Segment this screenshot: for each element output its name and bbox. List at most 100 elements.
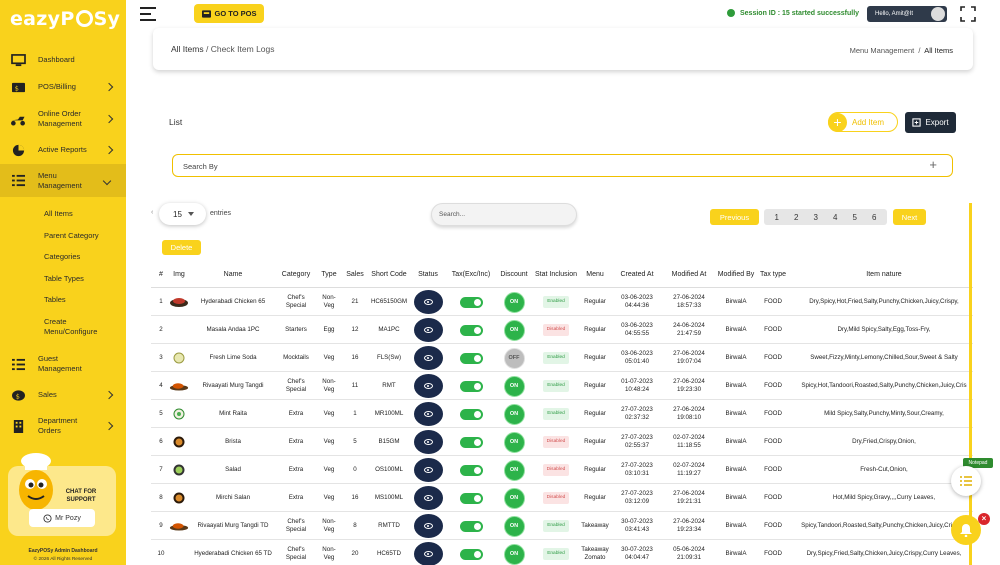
discount-toggle[interactable]: ON xyxy=(503,403,525,425)
table-row[interactable]: 3 Fresh Lime Soda Mocktails Veg 16 FLS(Sw) OFF… xyxy=(151,344,973,372)
column-header[interactable]: Sales xyxy=(342,260,368,288)
column-header[interactable]: Menu xyxy=(579,260,611,288)
column-header[interactable]: Modified At xyxy=(665,260,713,288)
column-header[interactable]: Type xyxy=(317,260,341,288)
table-row[interactable]: 5 Mint Raita Extra Veg 1 MR100ML ON Enabled Regu… xyxy=(151,400,973,428)
item-name[interactable]: Hyderabadi Chicken 65 xyxy=(191,288,275,316)
brand-logo[interactable]: eazyP Sy xyxy=(10,8,120,30)
sidebar-item-guest-management[interactable]: Guest Management xyxy=(0,351,126,377)
view-eye-icon[interactable] xyxy=(413,402,443,426)
tax-toggle[interactable] xyxy=(459,492,483,504)
delete-button[interactable]: Delete xyxy=(162,240,201,255)
column-header[interactable]: Short Code xyxy=(369,260,409,288)
view-eye-icon[interactable] xyxy=(413,318,443,342)
sidebar-item-pos-billing[interactable]: $ POS/Billing xyxy=(0,74,126,100)
pagination-page[interactable]: 5 xyxy=(853,213,857,222)
tax-toggle[interactable] xyxy=(459,548,483,560)
item-name[interactable]: Masala Andaa 1PC xyxy=(191,316,275,344)
column-header[interactable]: Tax type xyxy=(757,260,789,288)
pagination-page[interactable]: 4 xyxy=(833,213,837,222)
table-row[interactable]: 6 Brista Extra Veg 5 B15GM ON Disabled Regular 27… xyxy=(151,428,973,456)
tax-toggle[interactable] xyxy=(459,408,483,420)
scrollbar[interactable] xyxy=(969,203,972,565)
tax-toggle[interactable] xyxy=(459,324,483,336)
item-name[interactable]: Mirchi Salan xyxy=(191,484,275,512)
pagination-page[interactable]: 3 xyxy=(814,213,818,222)
view-eye-icon[interactable] xyxy=(413,430,443,454)
discount-toggle[interactable]: OFF xyxy=(503,347,525,369)
view-eye-icon[interactable] xyxy=(413,374,443,398)
table-row[interactable]: 2 Masala Andaa 1PC Starters Egg 12 MA1PC ON Dis… xyxy=(151,316,973,344)
tax-toggle[interactable] xyxy=(459,380,483,392)
sidebar-subitem-create-menu[interactable]: Create Menu/Configure xyxy=(44,317,108,337)
discount-toggle[interactable]: ON xyxy=(503,487,525,509)
pagination-page[interactable]: 2 xyxy=(794,213,798,222)
item-name[interactable]: Rivaayati Murg Tangdi xyxy=(191,372,275,400)
view-eye-icon[interactable] xyxy=(413,486,443,510)
discount-toggle[interactable]: ON xyxy=(503,543,525,565)
item-name[interactable]: Hyederabadi Chicken 65 TD xyxy=(191,540,275,565)
sidebar-item-online-orders[interactable]: Online Order Management xyxy=(0,106,126,132)
search-input[interactable]: Search... xyxy=(431,203,577,226)
notifications-button[interactable] xyxy=(951,515,981,545)
pagination-next[interactable]: Next xyxy=(893,209,926,225)
view-eye-icon[interactable] xyxy=(413,290,443,314)
tax-toggle[interactable] xyxy=(459,352,483,364)
hamburger-menu-icon[interactable] xyxy=(140,7,156,21)
close-icon[interactable]: × xyxy=(978,513,990,525)
view-eye-icon[interactable] xyxy=(413,542,443,565)
column-header[interactable]: Category xyxy=(277,260,315,288)
column-header[interactable]: Status xyxy=(411,260,445,288)
discount-toggle[interactable]: ON xyxy=(503,375,525,397)
column-header[interactable]: Tax(Exc/Inc) xyxy=(447,260,495,288)
discount-toggle[interactable]: ON xyxy=(503,319,525,341)
pagination-page[interactable]: 6 xyxy=(872,213,876,222)
pagination-page[interactable]: 1 xyxy=(775,213,779,222)
item-name[interactable]: Rivaayati Murg Tangdi TD xyxy=(191,512,275,540)
sidebar-subitem-categories[interactable]: Categories xyxy=(44,252,80,262)
tax-toggle[interactable] xyxy=(459,436,483,448)
column-header[interactable]: Modified By xyxy=(716,260,756,288)
entries-select[interactable]: 15 xyxy=(159,203,206,225)
column-header[interactable]: Discount xyxy=(497,260,531,288)
breadcrumb-root[interactable]: All Items xyxy=(171,44,204,54)
sidebar-subitem-tables[interactable]: Tables xyxy=(44,295,66,305)
discount-toggle[interactable]: ON xyxy=(503,515,525,537)
pagination-previous[interactable]: Previous xyxy=(710,209,759,225)
fullscreen-icon[interactable] xyxy=(960,6,976,22)
sidebar-item-department-orders[interactable]: Department Orders xyxy=(0,413,126,439)
sidebar-item-sales[interactable]: $ Sales xyxy=(0,382,126,408)
user-menu[interactable]: Hello, Amit@It xyxy=(867,6,947,22)
view-eye-icon[interactable] xyxy=(413,514,443,538)
chat-support-button[interactable]: Mr Pozy xyxy=(29,509,95,527)
sidebar-subitem-all-items[interactable]: All Items xyxy=(44,209,73,219)
table-row[interactable]: 8 Mirchi Salan Extra Veg 16 MS100ML ON Disabled… xyxy=(151,484,973,512)
discount-toggle[interactable]: ON xyxy=(503,291,525,313)
view-eye-icon[interactable] xyxy=(413,458,443,482)
item-name[interactable]: Brista xyxy=(191,428,275,456)
expand-plus-icon[interactable]: + xyxy=(929,157,937,172)
column-header[interactable]: Created At xyxy=(611,260,663,288)
sidebar-item-menu-management[interactable]: Menu Management xyxy=(0,164,126,197)
item-name[interactable]: Fresh Lime Soda xyxy=(191,344,275,372)
tax-toggle[interactable] xyxy=(459,296,483,308)
search-by-panel[interactable]: Search By + xyxy=(172,154,953,177)
table-row[interactable]: 4 Rivaayati Murg Tangdi Chef's Special Non-… xyxy=(151,372,973,400)
discount-toggle[interactable]: ON xyxy=(503,459,525,481)
view-eye-icon[interactable] xyxy=(413,346,443,370)
add-item-button[interactable]: + Add Item xyxy=(828,112,898,132)
sidebar-subitem-table-types[interactable]: Table Types xyxy=(44,274,84,284)
column-header[interactable]: # xyxy=(155,260,167,288)
sidebar-item-active-reports[interactable]: Active Reports xyxy=(0,137,126,163)
discount-toggle[interactable]: ON xyxy=(503,431,525,453)
tax-toggle[interactable] xyxy=(459,520,483,532)
go-to-pos-button[interactable]: GO TO POS xyxy=(194,4,264,23)
sidebar-subitem-parent-category[interactable]: Parent Category xyxy=(44,231,99,241)
column-header[interactable]: Stat Inclusion xyxy=(534,260,578,288)
column-header[interactable]: Name xyxy=(191,260,275,288)
column-header[interactable]: Item nature xyxy=(791,260,977,288)
export-button[interactable]: Export xyxy=(905,112,956,133)
table-row[interactable]: 7 Salad Extra Veg 0 OS100ML ON Disabled Regular 2… xyxy=(151,456,973,484)
column-header[interactable]: Img xyxy=(169,260,189,288)
notepad-button[interactable] xyxy=(951,466,981,496)
